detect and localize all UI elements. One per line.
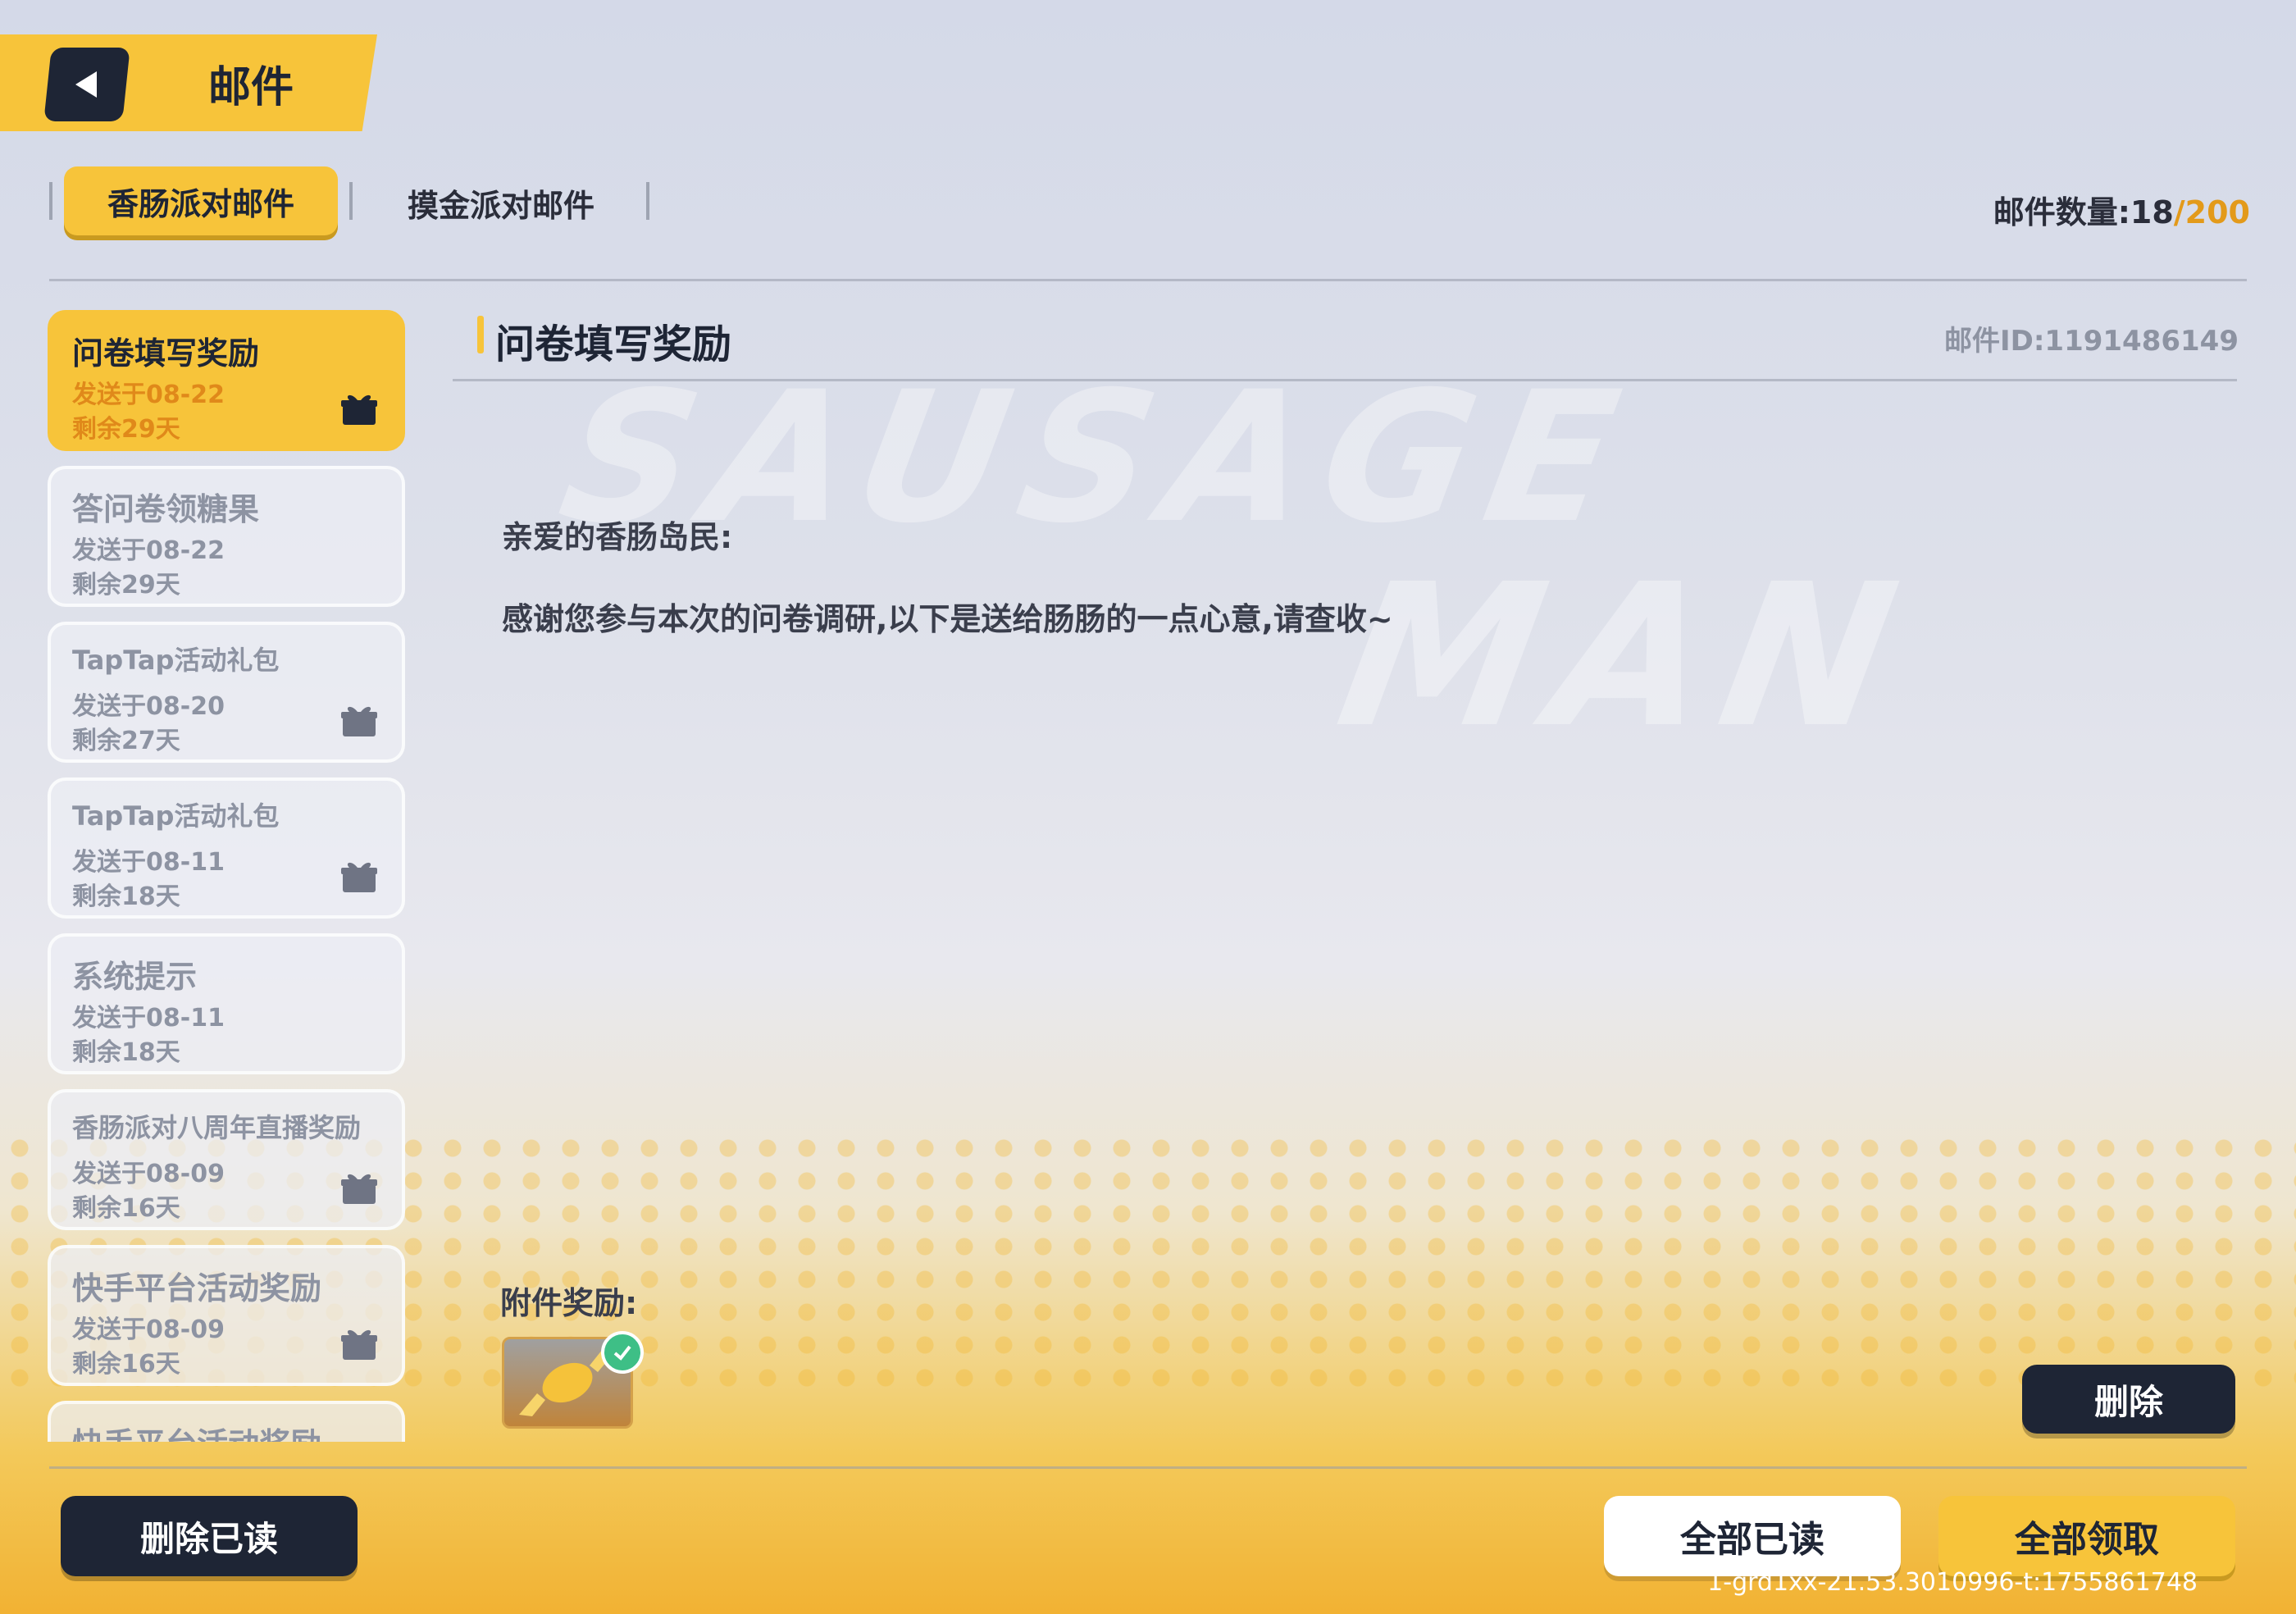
mail-item-title: 系统提示 [72, 959, 198, 995]
mail-list-item[interactable]: TapTap活动礼包 发送于08-11 剩余18天 [48, 777, 405, 919]
gift-icon [339, 702, 379, 741]
gift-icon [339, 858, 379, 897]
watermark-line2: MAN [1324, 541, 1928, 771]
tab-treasure-party-mail[interactable]: 摸金派对邮件 [374, 174, 628, 231]
mail-list-item[interactable]: 快手平台活动奖励 [48, 1401, 405, 1442]
gift-icon [339, 1325, 379, 1365]
mail-item-sent-date: 发送于08-20 [72, 692, 225, 721]
mail-item-title: 香肠派对八周年直播奖励 [72, 1112, 362, 1143]
tab-sausage-party-mail[interactable]: 香肠派对邮件 [64, 166, 338, 235]
mail-greeting: 亲爱的香肠岛民: [502, 519, 733, 555]
mail-item-remaining: 剩余16天 [72, 1194, 180, 1223]
delete-button[interactable]: 删除 [2022, 1365, 2235, 1434]
mail-item-sent-date: 发送于08-22 [72, 536, 225, 565]
mail-item-title: 快手平台活动奖励 [72, 1419, 321, 1442]
mail-count-max: 200 [2184, 194, 2250, 230]
mail-item-sent-date: 发送于08-22 [72, 381, 225, 409]
mail-item-title: 问卷填写奖励 [72, 335, 260, 372]
gift-icon [339, 1169, 379, 1209]
title-accent-bar [477, 316, 484, 353]
page-title: 邮件 [208, 63, 294, 112]
mail-item-remaining: 剩余18天 [72, 1038, 180, 1067]
mail-list-item[interactable]: 快手平台活动奖励发送于08-09 剩余16天 [48, 1245, 405, 1386]
mark-all-read-button[interactable]: 全部已读 [1604, 1496, 1901, 1576]
mail-item-sent-date: 发送于08-09 [72, 1160, 225, 1188]
claimed-check-icon [601, 1331, 644, 1374]
mail-list-item[interactable]: 问卷填写奖励发送于08-22 剩余29天 [48, 310, 405, 451]
mail-item-sent-date: 发送于08-11 [72, 1004, 225, 1033]
mail-item-remaining: 剩余27天 [72, 727, 180, 755]
tab-separator [646, 182, 649, 220]
claim-all-button[interactable]: 全部领取 [1938, 1496, 2235, 1576]
mail-item-title: TapTap活动礼包 [72, 800, 280, 832]
attachment-item[interactable] [502, 1331, 644, 1429]
back-arrow-icon [75, 71, 97, 98]
mail-item-title: TapTap活动礼包 [72, 645, 280, 676]
mail-body: 感谢您参与本次的问卷调研,以下是送给肠肠的一点心意,请查收~ [502, 601, 1393, 637]
back-button[interactable] [43, 48, 130, 121]
mail-item-remaining: 剩余18天 [72, 882, 180, 911]
mail-item-remaining: 剩余29天 [72, 415, 180, 444]
mail-item-sent-date: 发送于08-09 [72, 1315, 225, 1344]
mail-item-remaining: 剩余29天 [72, 571, 180, 600]
delete-read-button[interactable]: 删除已读 [61, 1496, 358, 1576]
mail-id: 邮件ID:1191486149 [1943, 325, 2239, 358]
mail-count-current: 18 [2130, 194, 2174, 230]
top-divider [49, 279, 2247, 281]
mail-count-label: 邮件数量: [1993, 194, 2130, 230]
mail-count: 邮件数量:18/200 [1993, 187, 2250, 232]
mail-list[interactable]: 问卷填写奖励 发送于08-22 剩余29天 答问卷领糖果 发送于08-22 剩余29天 Ta… [48, 310, 405, 1442]
tab-separator [349, 182, 353, 220]
bottom-divider [49, 1466, 2247, 1469]
mail-item-remaining: 剩余16天 [72, 1350, 180, 1379]
mail-item-title: 快手平台活动奖励 [72, 1270, 322, 1306]
mail-list-item[interactable]: 答问卷领糖果发送于08-22 剩余29天 [48, 466, 405, 607]
mail-count-separator: / [2173, 194, 2185, 230]
mail-item-title: 答问卷领糖果 [72, 491, 260, 527]
mail-detail-title: 问卷填写奖励 [495, 321, 732, 367]
gift-icon [339, 390, 379, 430]
mail-item-sent-date: 发送于08-11 [72, 848, 225, 877]
attachment-label: 附件奖励: [500, 1285, 638, 1321]
mail-list-item[interactable]: 系统提示发送于08-11 剩余18天 [48, 933, 405, 1074]
mail-list-item[interactable]: TapTap活动礼包 发送于08-20 剩余27天 [48, 622, 405, 763]
tab-separator [49, 182, 52, 220]
version-text: 1-grd1xx-21.53.3010996-t:1755861748 [1707, 1568, 2198, 1597]
detail-divider [453, 379, 2237, 381]
mail-list-item[interactable]: 香肠派对八周年直播奖励 发送于08-09 剩余16天 [48, 1089, 405, 1230]
